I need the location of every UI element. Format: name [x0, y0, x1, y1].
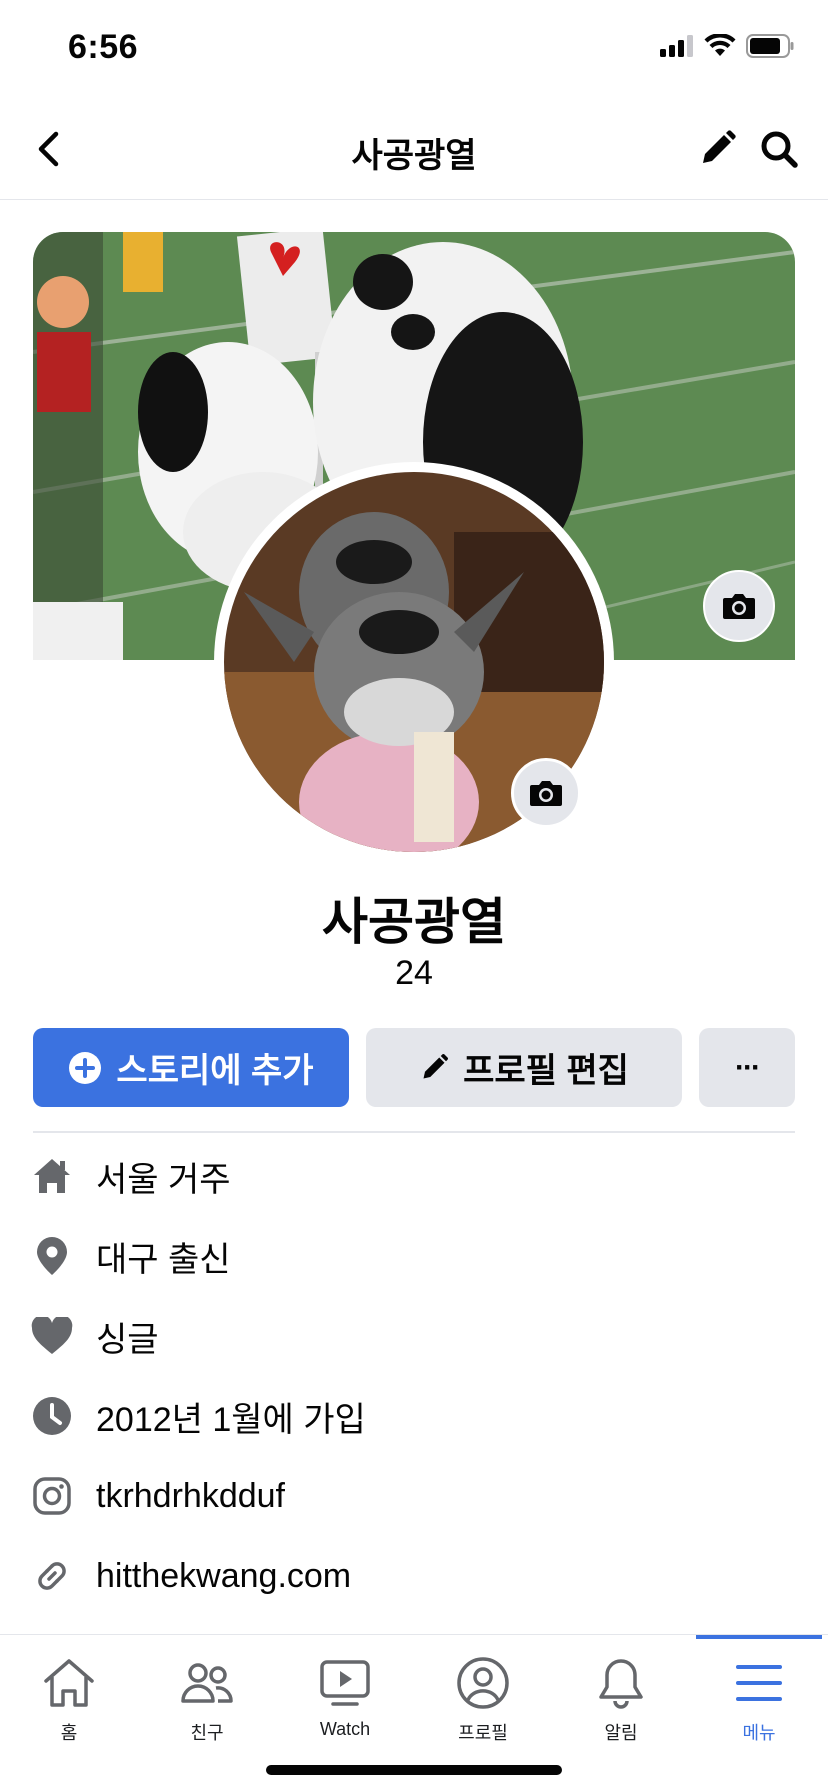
tab-profile[interactable]: 프로필 — [414, 1635, 552, 1765]
info-item-from: 대구 출신 — [30, 1216, 231, 1296]
camera-icon — [530, 781, 562, 806]
menu-icon — [731, 1655, 787, 1711]
home-indicator — [266, 1765, 562, 1775]
watch-icon — [317, 1655, 373, 1711]
wifi-icon — [704, 34, 736, 56]
instagram-icon — [30, 1474, 74, 1518]
info-item-instagram[interactable]: tkrhdrhkdduf — [30, 1456, 285, 1536]
pencil-icon — [423, 1053, 449, 1078]
tab-home[interactable]: 홈 — [0, 1635, 138, 1765]
search-button[interactable] — [754, 124, 804, 174]
info-item-lives-in: 서울 거주 — [30, 1136, 231, 1216]
more-icon: ··· — [735, 1050, 761, 1084]
edit-profile-button[interactable]: 프로필 편집 — [366, 1028, 682, 1107]
add-to-story-button[interactable]: 스토리에 추가 — [33, 1028, 349, 1107]
info-item-relationship: 싱글 — [30, 1296, 159, 1376]
location-pin-icon — [30, 1234, 74, 1278]
edit-profile-label: 프로필 편집 — [463, 1052, 629, 1090]
home-icon — [41, 1655, 97, 1711]
nav-header: 사공광열 — [0, 100, 828, 200]
home-icon — [30, 1154, 74, 1198]
status-time: 6:56 — [68, 28, 139, 66]
profile-subtitle: 24 — [395, 954, 433, 992]
link-icon — [30, 1554, 74, 1598]
profile-icon — [455, 1655, 511, 1711]
divider — [33, 1131, 795, 1133]
friends-icon — [179, 1655, 235, 1711]
add-to-story-label: 스토리에 추가 — [116, 1052, 314, 1090]
tab-menu[interactable]: 메뉴 — [690, 1635, 828, 1765]
info-item-joined: 2012년 1월에 가입 — [30, 1376, 366, 1456]
plus-circle-icon — [69, 1051, 102, 1084]
cellular-signal-icon — [660, 35, 693, 57]
edit-button[interactable] — [692, 124, 742, 174]
profile-name: 사공광열 — [322, 894, 506, 950]
clock-icon — [30, 1394, 74, 1438]
tab-friends[interactable]: 친구 — [138, 1635, 276, 1765]
tab-watch[interactable]: Watch — [276, 1635, 414, 1765]
search-icon — [761, 131, 798, 168]
battery-icon — [746, 34, 794, 58]
heart-icon — [30, 1314, 74, 1358]
cover-camera-button[interactable] — [703, 570, 775, 642]
status-bar: 6:56 — [0, 0, 828, 100]
profile-picture-camera-button[interactable] — [511, 758, 581, 828]
camera-icon — [723, 594, 755, 619]
more-options-button[interactable]: ··· — [699, 1028, 795, 1107]
info-item-website[interactable]: hitthekwang.com — [30, 1536, 351, 1616]
tab-notifications[interactable]: 알림 — [552, 1635, 690, 1765]
pencil-icon — [703, 130, 736, 163]
status-icons — [660, 34, 794, 58]
bell-icon — [593, 1655, 649, 1711]
